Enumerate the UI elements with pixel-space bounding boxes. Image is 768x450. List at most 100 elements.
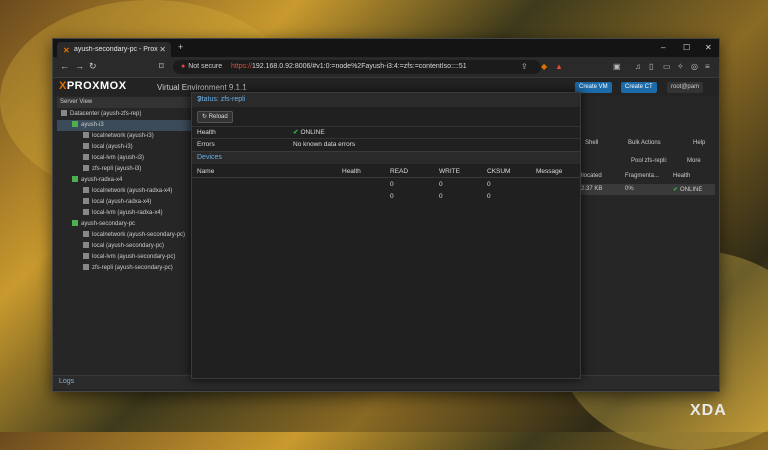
not-secure-label: Not secure: [188, 63, 223, 70]
maximize-button[interactable]: ☐: [683, 43, 690, 52]
reload-icon: ↻: [202, 114, 209, 120]
user-menu[interactable]: root@pam: [667, 82, 704, 93]
node-icon: [72, 176, 78, 183]
tree-node[interactable]: local-lvm (ayush-i3): [57, 153, 192, 164]
node-icon: [72, 220, 78, 227]
tree-node[interactable]: local (ayush-radxa-x4): [57, 197, 192, 208]
reload-button[interactable]: ↻ Reload: [197, 111, 233, 123]
errors-value: No known data errors: [293, 141, 356, 148]
tree-node-label: zfs-repli (ayush-i3): [92, 166, 142, 172]
screenshot-icon[interactable]: ▣: [613, 62, 621, 71]
device-cksum: 0: [487, 181, 491, 188]
share-icon[interactable]: ⇪: [521, 62, 528, 71]
tree-node-label: Datacenter (ayush-zfs-rep): [70, 111, 142, 117]
dialog-help-icon[interactable]: ?: [197, 95, 575, 104]
online-icon: ✔: [673, 187, 679, 193]
tree-node[interactable]: local-lvm (ayush-secondary-pc): [57, 252, 192, 263]
col-read[interactable]: READ: [390, 166, 408, 177]
datacenter-icon: [61, 110, 67, 117]
tree-node[interactable]: local (ayush-secondary-pc): [57, 241, 192, 252]
tree-node[interactable]: local-lvm (ayush-radxa-x4): [57, 208, 192, 219]
sidebar-icon[interactable]: ▯: [649, 62, 653, 71]
storage-icon: [83, 242, 89, 249]
tree-node[interactable]: localnetwork (ayush-secondary-pc): [57, 230, 192, 241]
extensions-icon[interactable]: ✧: [677, 62, 684, 71]
device-write: 0: [439, 193, 443, 200]
col-health[interactable]: Health: [342, 166, 361, 177]
zfs-status-dialog: Status: zfs-repli ? ↻ Reload Health ✔ ONL…: [191, 92, 581, 379]
proxmox-logo: XPROXMOX: [59, 80, 127, 92]
col-write[interactable]: WRITE: [439, 166, 460, 177]
music-icon[interactable]: ♫: [635, 62, 641, 71]
storage-icon: [83, 187, 89, 194]
wallet-icon[interactable]: ▭: [663, 62, 671, 71]
row-allocated: 2.37 KB: [581, 186, 603, 192]
back-icon[interactable]: ←: [60, 61, 69, 71]
shell-button[interactable]: Shell: [585, 140, 598, 146]
col-fragmentation[interactable]: Fragmenta...: [625, 173, 659, 179]
tree-node[interactable]: localnetwork (ayush-radxa-x4): [57, 186, 192, 197]
pool-label: Pool zfs-repli:: [631, 158, 668, 164]
browser-tab[interactable]: ✕ ayush-secondary-pc - Proxmox ✕: [57, 42, 171, 57]
menu-icon[interactable]: ≡: [705, 62, 710, 71]
tab-bar: ✕ ayush-secondary-pc - Proxmox ✕ + – ☐ ✕: [53, 39, 719, 57]
tree-node-label: localnetwork (ayush-radxa-x4): [92, 188, 173, 194]
minimize-button[interactable]: –: [661, 43, 665, 52]
brave-shield-icon[interactable]: ◆: [541, 62, 547, 71]
address-bar[interactable]: ● Not secure https://192.168.0.92:8006/#v…: [173, 60, 541, 74]
device-row[interactable]: ▤ /dev/disk/by-id/nvme-WD_Blue_SN500...✔…: [192, 191, 580, 202]
server-view-select[interactable]: Server View: [57, 97, 192, 108]
device-row[interactable]: ▭ zfs-repli✔ONLINE000: [192, 179, 580, 190]
tree-node[interactable]: ayush-i3: [57, 120, 192, 131]
tree-node-label: ayush-radxa-x4: [81, 177, 123, 183]
proxmox-page: XPROXMOX Virtual Environment 9.1.1 Creat…: [53, 78, 719, 391]
reload-icon[interactable]: ↻: [89, 61, 97, 72]
browser-window: ✕ ayush-secondary-pc - Proxmox ✕ + – ☐ ✕…: [52, 38, 720, 392]
tab-close-icon[interactable]: ✕: [159, 45, 166, 54]
pool-row[interactable]: 2.37 KB 0% ✔ ONLINE: [579, 184, 715, 195]
tree-node[interactable]: ayush-secondary-pc: [57, 219, 192, 230]
resource-tree: Datacenter (ayush-zfs-rep) ayush-i3 localn…: [57, 109, 192, 274]
brave-rewards-icon[interactable]: ▲: [555, 62, 563, 71]
vpn-icon[interactable]: ◎: [691, 62, 698, 71]
col-allocated[interactable]: llocated: [581, 173, 602, 179]
help-button[interactable]: Help: [693, 140, 705, 146]
tree-node-label: local (ayush-radxa-x4): [92, 199, 152, 205]
close-window-button[interactable]: ✕: [705, 43, 712, 52]
row-health: ✔ ONLINE: [673, 187, 703, 193]
warning-icon: ●: [181, 63, 186, 70]
tree-node-label: ayush-i3: [81, 122, 104, 128]
create-ct-button[interactable]: Create CT: [621, 82, 657, 93]
tree-node-label: zfs-repli (ayush-secondary-pc): [92, 265, 173, 271]
proxmox-favicon-icon: ✕: [63, 46, 70, 55]
errors-key: Errors: [197, 141, 215, 148]
ve-version: Virtual Environment 9.1.1: [157, 83, 247, 92]
xda-watermark: XDA: [690, 402, 727, 419]
tree-node[interactable]: Datacenter (ayush-zfs-rep): [57, 109, 192, 120]
more-button[interactable]: More: [687, 158, 701, 164]
device-write: 0: [439, 181, 443, 188]
device-read: 0: [390, 193, 394, 200]
url-text: https://192.168.0.92:8006/#v1:0:=node%2F…: [231, 63, 467, 70]
tree-node[interactable]: zfs-repli (ayush-i3): [57, 164, 192, 175]
bookmark-icon[interactable]: ⌑: [159, 61, 164, 72]
col-name[interactable]: Name: [197, 166, 214, 177]
tree-node-label: local (ayush-i3): [92, 144, 133, 150]
forward-icon[interactable]: →: [75, 61, 84, 71]
col-health[interactable]: Health: [673, 173, 690, 179]
bulk-actions-button[interactable]: Bulk Actions: [628, 140, 661, 146]
tree-node[interactable]: zfs-repli (ayush-secondary-pc): [57, 263, 192, 274]
tree-node[interactable]: ayush-radxa-x4: [57, 175, 192, 186]
storage-icon: [83, 132, 89, 139]
tree-node-label: local-lvm (ayush-i3): [92, 155, 145, 161]
storage-icon: [83, 264, 89, 271]
col-cksum[interactable]: CKSUM: [487, 166, 510, 177]
tree-node[interactable]: localnetwork (ayush-i3): [57, 131, 192, 142]
devices-title: Devices: [197, 154, 222, 161]
tree-node[interactable]: local (ayush-i3): [57, 142, 192, 153]
not-secure-badge[interactable]: ● Not secure: [181, 63, 222, 70]
storage-icon: [83, 253, 89, 260]
new-tab-button[interactable]: +: [178, 42, 183, 52]
storage-icon: [83, 209, 89, 216]
col-message[interactable]: Message: [536, 166, 562, 177]
